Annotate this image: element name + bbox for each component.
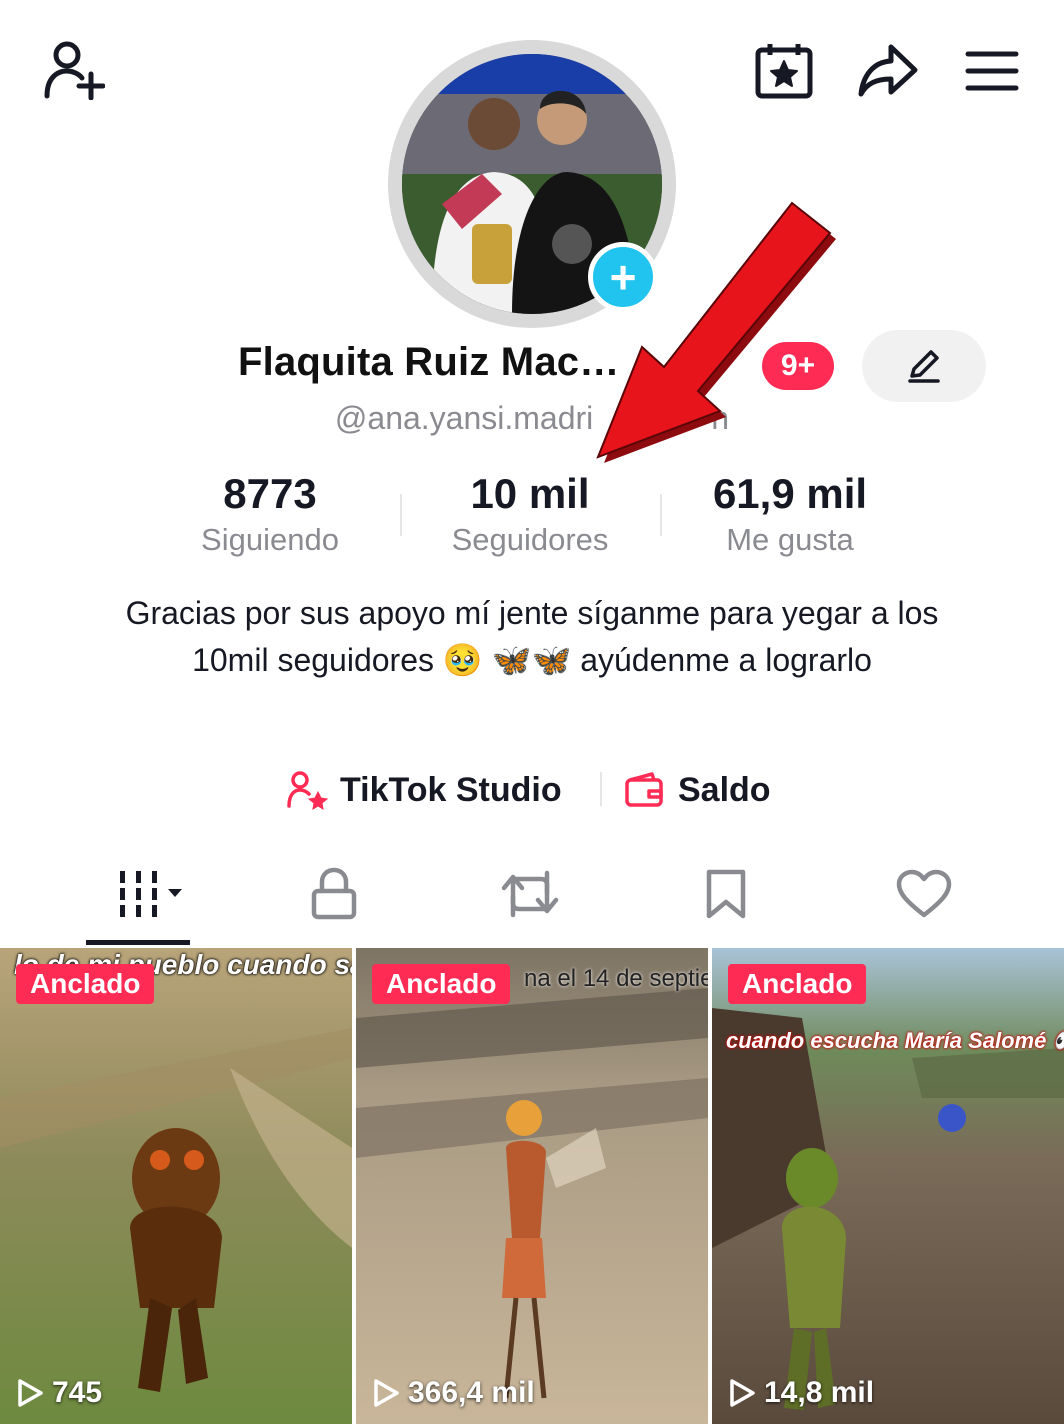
username-handle: @ana.yansi.madri [334, 400, 594, 436]
video-thumbnail [0, 948, 352, 1424]
pinned-badge: Anclado [728, 964, 867, 1004]
lock-icon [311, 867, 357, 920]
balance-link[interactable]: Saldo [624, 766, 771, 814]
stat-value: 61,9 mil [712, 470, 868, 517]
tab-videos[interactable] [96, 862, 196, 926]
stat-label: Me gusta [726, 522, 854, 557]
menu-icon[interactable] [962, 44, 1022, 98]
stat-following[interactable]: 8773 Siguiendo [140, 470, 400, 558]
profile-bio: Gracias por sus apoyo mí jente síganme p… [125, 595, 939, 678]
video-caption: cuando escucha María Salomé 👀 [726, 1028, 1064, 1053]
tab-active-indicator [86, 940, 190, 945]
pinned-badge: Anclado [372, 964, 511, 1004]
video-tile[interactable]: lo de mi pueblo cuando salen de paliyona… [0, 948, 352, 1424]
video-thumbnail [356, 948, 708, 1424]
stat-value: 8773 [223, 470, 317, 517]
tiktok-studio-link[interactable]: TikTok Studio [286, 766, 562, 814]
username: @ana.yansi.madrin [0, 400, 1064, 437]
wallet-icon [625, 772, 663, 807]
videos-grid-icon [120, 871, 182, 917]
video-thumbnail [712, 948, 1064, 1424]
play-icon [730, 1379, 755, 1407]
add-friend-icon[interactable] [36, 36, 108, 102]
play-icon [374, 1379, 399, 1407]
view-count-value: 745 [52, 1376, 103, 1409]
studio-icon [287, 771, 328, 810]
video-tile[interactable]: na el 14 de septiembre 🤣 Anclado 366,4 m… [356, 948, 708, 1424]
heart-icon [896, 869, 952, 918]
stat-label: Seguidores [451, 522, 609, 557]
divider [600, 772, 602, 806]
play-icon [18, 1379, 43, 1407]
video-tile[interactable]: cuando escucha María Salomé 👀 Anclado 14… [712, 948, 1064, 1424]
view-count-value: 366,4 mil [408, 1376, 535, 1409]
tab-liked[interactable] [874, 862, 974, 926]
view-count: 366,4 mil [372, 1376, 535, 1410]
share-icon[interactable] [856, 40, 920, 100]
video-caption: na el 14 de septiembre 🤣 [524, 965, 708, 992]
stat-label: Siguiendo [201, 522, 339, 557]
display-name: Flaquita Ruiz Mac… [238, 340, 620, 384]
repost-icon [501, 870, 559, 918]
red-arrow-annotation [596, 201, 836, 463]
stat-likes[interactable]: 61,9 mil Me gusta [660, 470, 920, 558]
balance-label: Saldo [678, 770, 771, 809]
stat-value: 10 mil [470, 470, 590, 517]
bookmark-icon [706, 869, 746, 919]
calendar-star-icon[interactable] [752, 40, 816, 100]
studio-label: TikTok Studio [340, 770, 562, 809]
view-count: 745 [16, 1376, 102, 1410]
tab-reposts[interactable] [480, 862, 580, 926]
view-count: 14,8 mil [728, 1376, 874, 1410]
view-count-value: 14,8 mil [764, 1376, 875, 1409]
stat-followers[interactable]: 10 mil Seguidores [400, 470, 660, 558]
pinned-badge: Anclado [16, 964, 155, 1004]
tab-private[interactable] [284, 862, 384, 926]
tab-saved[interactable] [676, 862, 776, 926]
edit-profile-button[interactable] [862, 330, 986, 402]
